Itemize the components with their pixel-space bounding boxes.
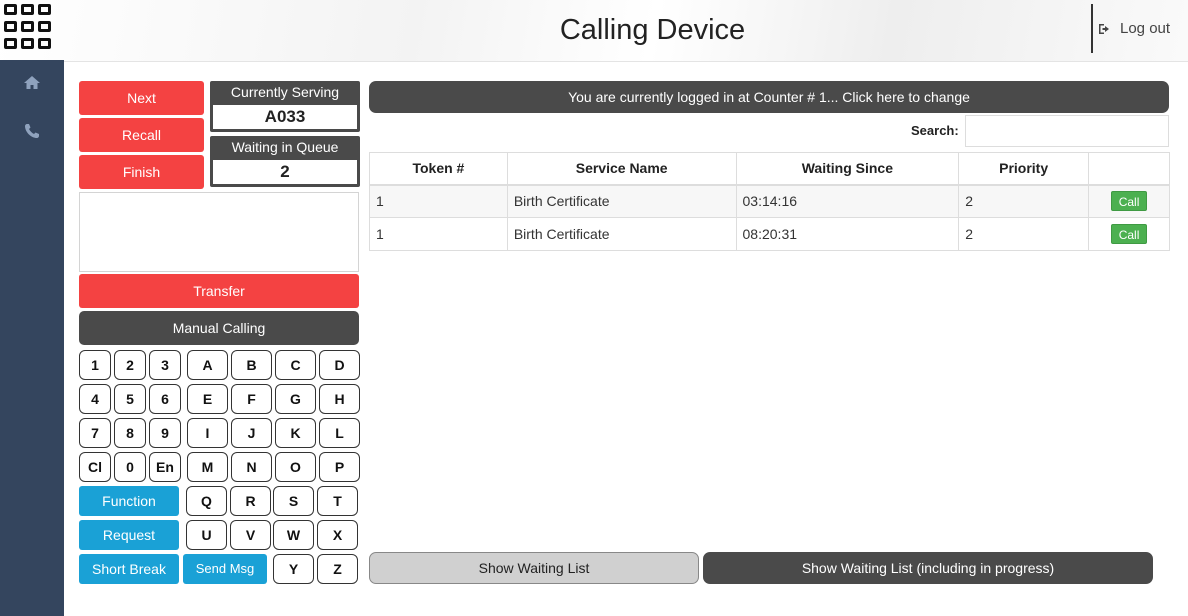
search-label: Search: [911,123,959,138]
table-row: 1 Birth Certificate 03:14:16 2 Call [369,184,1170,218]
cell-priority: 2 [958,184,1090,218]
request-button[interactable]: Request [79,520,179,550]
key-m[interactable]: M [187,452,228,482]
key-o[interactable]: O [275,452,316,482]
cell-action: Call [1088,184,1170,218]
show-waiting-list-button[interactable]: Show Waiting List [369,552,699,584]
recall-button[interactable]: Recall [79,118,204,152]
call-button[interactable]: Call [1110,191,1148,212]
waiting-queue-box: Waiting in Queue 2 [210,136,360,187]
table-row: 1 Birth Certificate 08:20:31 2 Call [369,217,1170,251]
show-waiting-list-in-progress-button[interactable]: Show Waiting List (including in progress… [703,552,1153,584]
key-n[interactable]: N [231,452,272,482]
counter-change-bar[interactable]: You are currently logged in at Counter #… [369,81,1169,113]
key-2[interactable]: 2 [114,350,146,380]
column-header-token[interactable]: Token # [369,152,508,186]
manual-calling-header: Manual Calling [79,311,359,345]
column-header-service[interactable]: Service Name [506,152,737,186]
search-input[interactable] [965,115,1169,147]
key-u[interactable]: U [186,520,227,550]
key-h[interactable]: H [319,384,360,414]
key-8[interactable]: 8 [114,418,146,448]
key-3[interactable]: 3 [149,350,181,380]
logout-button[interactable]: Log out [1098,20,1170,37]
column-header-priority[interactable]: Priority [958,152,1090,186]
logout-icon [1099,23,1109,34]
currently-serving-value: A033 [213,105,357,129]
phone-icon[interactable] [22,121,42,141]
next-button[interactable]: Next [79,81,204,115]
key-q[interactable]: Q [186,486,227,516]
cell-service: Birth Certificate [506,184,737,218]
sidebar [0,60,64,616]
column-header-action [1088,152,1170,186]
notes-textarea[interactable] [79,192,359,272]
table-header-row: Token # Service Name Waiting Since Prior… [369,152,1170,186]
key-a[interactable]: A [187,350,228,380]
key-x[interactable]: X [317,520,358,550]
key-r[interactable]: R [230,486,271,516]
key-s[interactable]: S [273,486,314,516]
key-b[interactable]: B [231,350,272,380]
app-header: Calling Device Log out [0,0,1188,62]
key-p[interactable]: P [319,452,360,482]
page-title: Calling Device [559,14,746,46]
key-4[interactable]: 4 [79,384,111,414]
key-z[interactable]: Z [317,554,358,584]
cell-token: 1 [369,184,508,218]
key-f[interactable]: F [231,384,272,414]
cell-waiting-since: 03:14:16 [735,184,960,218]
key-0[interactable]: 0 [114,452,146,482]
transfer-button[interactable]: Transfer [79,274,359,308]
key-j[interactable]: J [231,418,272,448]
cell-priority: 2 [958,217,1090,251]
key-t[interactable]: T [317,486,358,516]
cell-action: Call [1088,217,1170,251]
key-d[interactable]: D [319,350,360,380]
cell-waiting-since: 08:20:31 [735,217,960,251]
logout-label: Log out [1120,20,1171,37]
key-e[interactable]: E [187,384,228,414]
key-enter[interactable]: En [149,452,181,482]
key-k[interactable]: K [275,418,316,448]
key-y[interactable]: Y [273,554,314,584]
cell-service: Birth Certificate [506,217,737,251]
send-msg-button[interactable]: Send Msg [183,554,267,584]
column-header-waiting-since[interactable]: Waiting Since [735,152,960,186]
key-5[interactable]: 5 [114,384,146,414]
key-l[interactable]: L [319,418,360,448]
home-icon[interactable] [22,73,42,93]
key-i[interactable]: I [187,418,228,448]
finish-button[interactable]: Finish [79,155,204,189]
key-v[interactable]: V [230,520,271,550]
short-break-button[interactable]: Short Break [79,554,179,584]
waiting-queue-label: Waiting in Queue [231,139,339,155]
key-clear[interactable]: Cl [79,452,111,482]
cell-token: 1 [369,217,508,251]
waiting-table: Token # Service Name Waiting Since Prior… [369,152,1170,251]
function-button[interactable]: Function [79,486,179,516]
key-g[interactable]: G [275,384,316,414]
header-divider [1091,4,1093,53]
key-7[interactable]: 7 [79,418,111,448]
key-6[interactable]: 6 [149,384,181,414]
currently-serving-box: Currently Serving A033 [210,81,360,132]
waiting-queue-value: 2 [213,160,357,184]
key-1[interactable]: 1 [79,350,111,380]
key-9[interactable]: 9 [149,418,181,448]
key-c[interactable]: C [275,350,316,380]
call-button[interactable]: Call [1110,224,1148,244]
key-w[interactable]: W [273,520,314,550]
currently-serving-label: Currently Serving [230,84,340,100]
